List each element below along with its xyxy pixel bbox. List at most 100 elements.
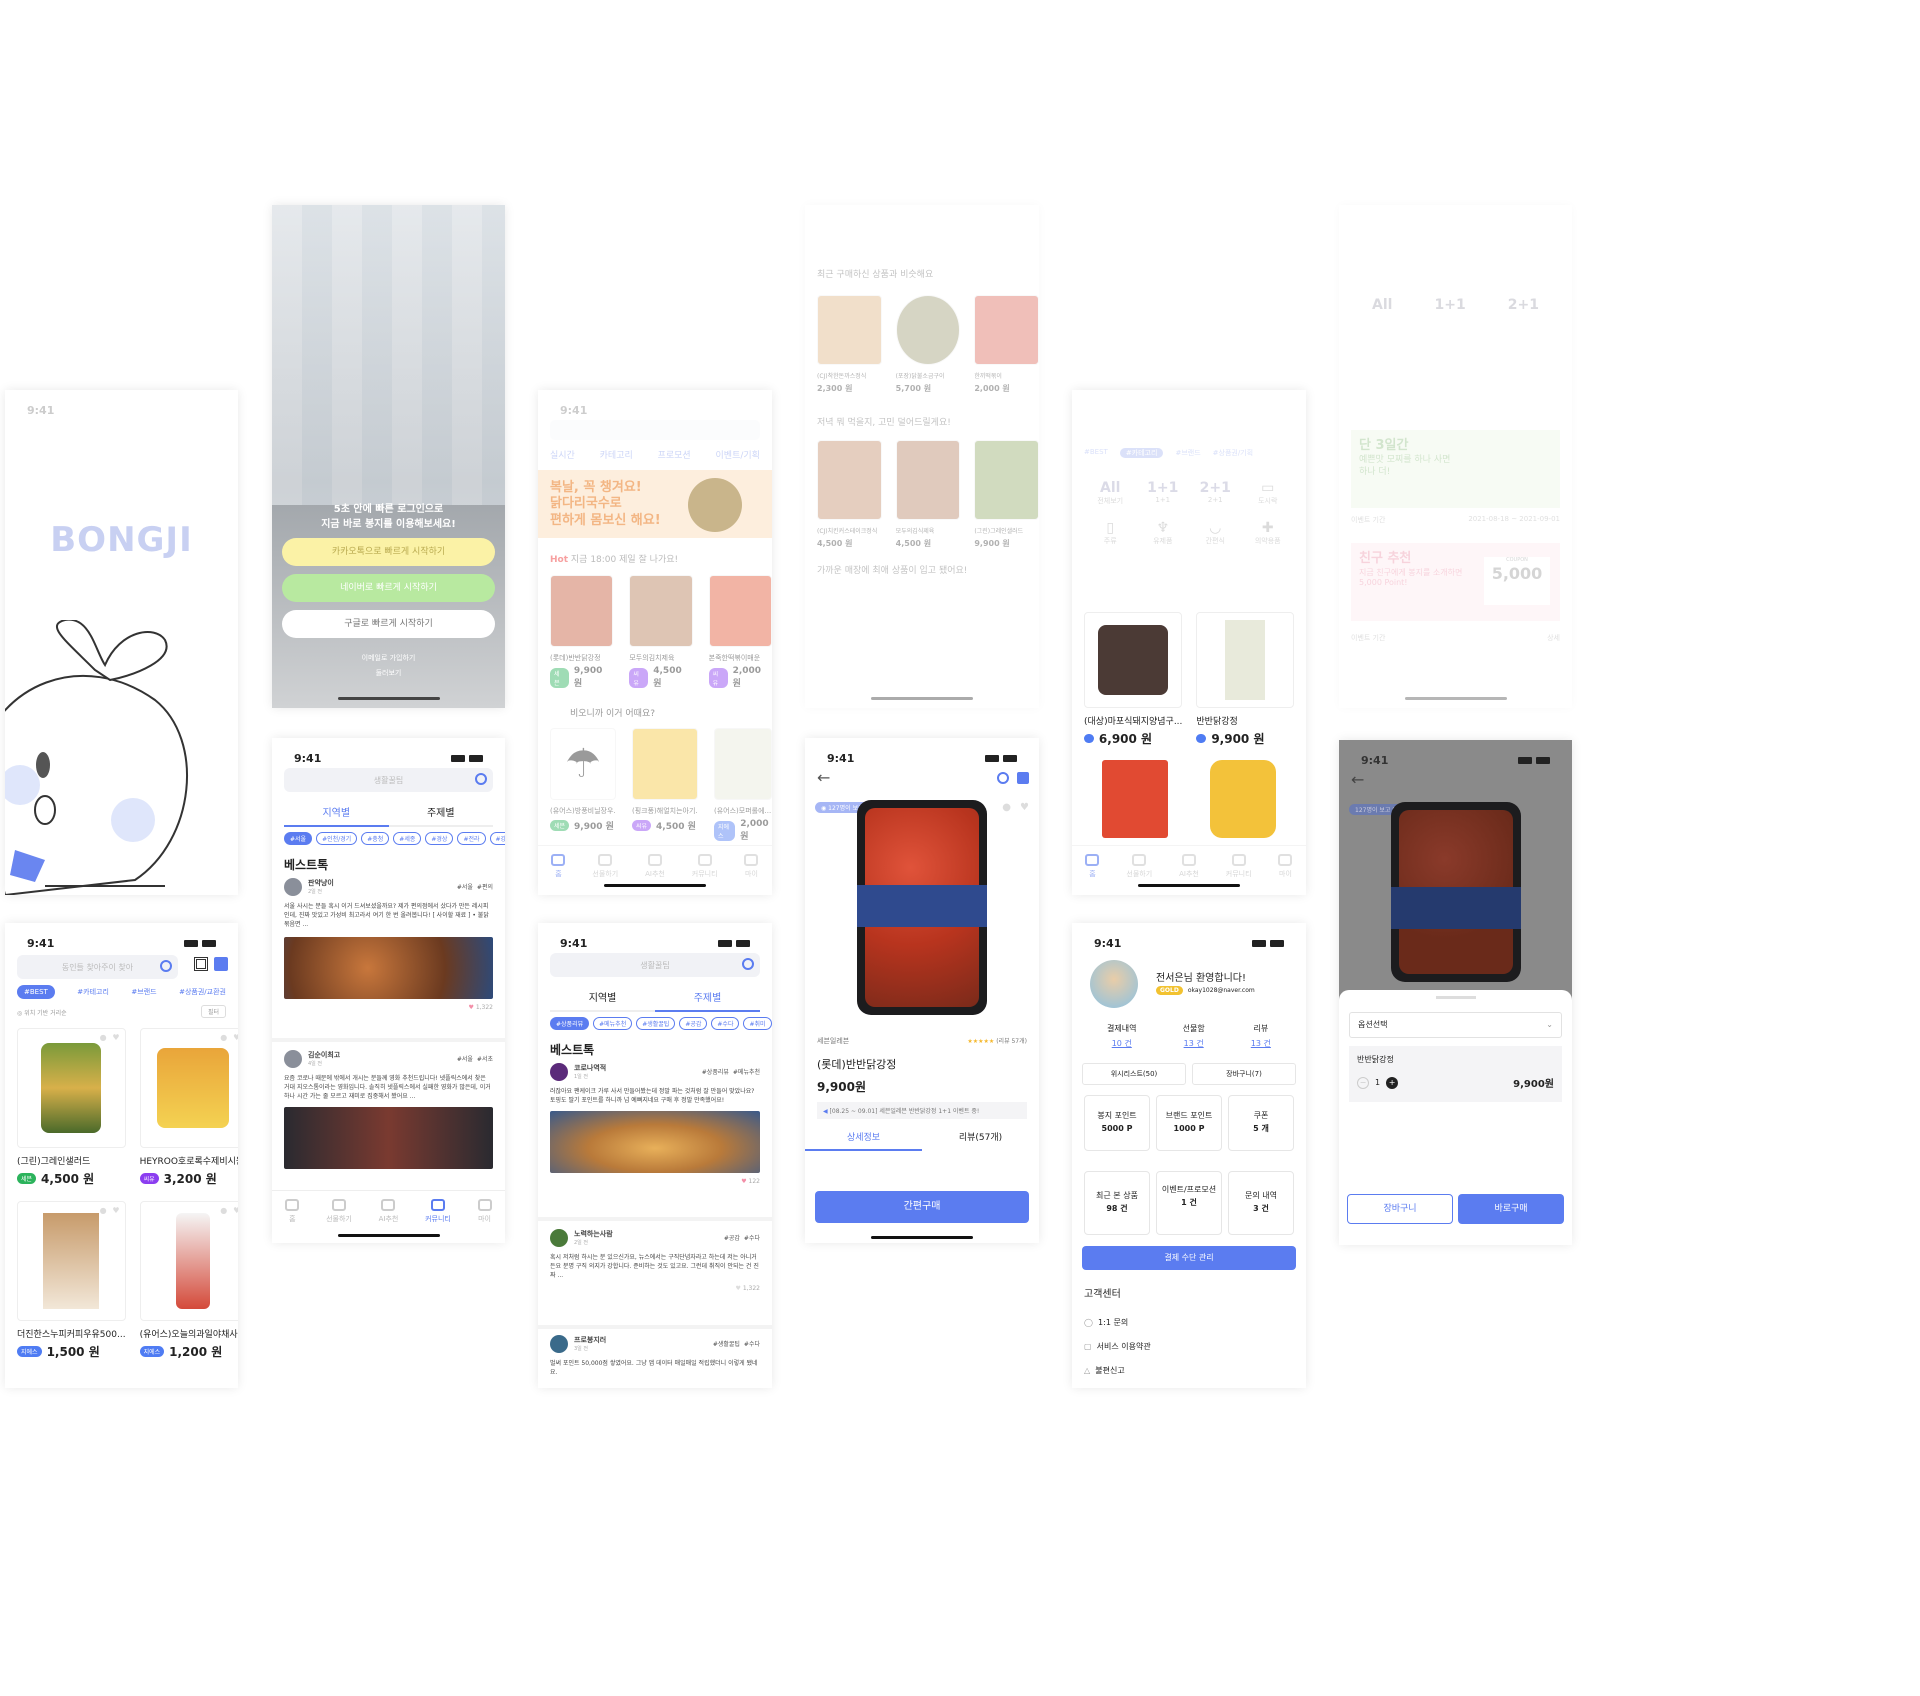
minus-button[interactable]: −	[1357, 1076, 1369, 1089]
nav-gift[interactable]: 선물하기	[326, 1199, 352, 1224]
heart-icon[interactable]: ♥	[741, 1178, 746, 1185]
bell-icon[interactable]: ●	[100, 1206, 107, 1215]
brand-point-cell[interactable]: 브랜드 포인트 1000 P	[1156, 1095, 1222, 1151]
product-card[interactable]: (대상)마포식돼지양념구... 6,900 원	[1084, 612, 1183, 747]
cs-report[interactable]: △ 불편신고	[1084, 1359, 1151, 1383]
recent-item[interactable]: (CJ)착한돈까스정식 2,300 원	[817, 295, 882, 394]
nav-my[interactable]: 마이	[477, 1199, 492, 1224]
dinner-item[interactable]: 모두의김식제육 4,500 원	[895, 440, 961, 549]
search-icon[interactable]	[997, 772, 1009, 784]
recent-cell[interactable]: 최근 본 상품 98 건	[1084, 1171, 1150, 1235]
nav-community[interactable]: 커뮤니티	[425, 1199, 451, 1224]
hot-item[interactable]: 본죽한떡볶이매운 씨유 2,000 원	[708, 575, 772, 689]
rain-item[interactable]: ☂ (유어스)방풍비닐장우... 세븐 9,900 원	[550, 728, 616, 842]
product-card[interactable]: ● ♥ HEYROO호로록수제비시원 씨유 3,200 원	[139, 1028, 238, 1187]
add-to-cart-button[interactable]: 장바구니	[1347, 1194, 1453, 1224]
stat-review[interactable]: 리뷰 13 건	[1251, 1023, 1271, 1049]
hot-item[interactable]: 모두의김치제육 씨유 4,500 원	[629, 575, 693, 689]
back-arrow-icon[interactable]: ←	[817, 768, 830, 787]
tab-region[interactable]: 지역별	[284, 804, 389, 827]
stat-payment[interactable]: 결제내역 10 건	[1107, 1023, 1136, 1049]
search-input[interactable]: 동인들 찾아주이 찾아	[17, 955, 178, 979]
event-cell[interactable]: 이벤트/프로모션 1 건	[1156, 1171, 1222, 1235]
coupon-cell[interactable]: 쿠폰 5 개	[1228, 1095, 1294, 1151]
heart-icon[interactable]: ♥	[469, 1004, 474, 1011]
cs-terms[interactable]: ▢ 서비스 이용약관	[1084, 1335, 1151, 1359]
nav-home[interactable]: 홈	[551, 854, 566, 879]
post-card[interactable]: 코로나역적 1일 전 #상품리뷰 #메뉴추천 러잖아요 팬케이크 가루 사서 만들어봤…	[550, 1063, 760, 1186]
inquiry-cell[interactable]: 문의 내역 3 건	[1228, 1171, 1294, 1235]
tab-category[interactable]: #카테고리	[77, 987, 109, 997]
cart-icon[interactable]	[214, 957, 228, 971]
nav-home[interactable]: 홈	[285, 1199, 300, 1224]
kakao-login-button[interactable]: 카카오톡으로 빠르게 시작하기	[282, 538, 495, 566]
tab-region[interactable]: 지역별	[550, 989, 655, 1012]
bell-icon[interactable]: ●	[220, 1206, 227, 1215]
tab-topic[interactable]: 주제별	[655, 989, 760, 1012]
google-login-button[interactable]: 구글로 빠르게 시작하기	[282, 610, 495, 638]
location-sort[interactable]: ◎ 위치 기반 거리순	[17, 1008, 67, 1017]
tab-realtime[interactable]: 실시간	[550, 448, 575, 461]
bell-icon[interactable]: ●	[100, 1033, 107, 1042]
nav-my[interactable]: 마이	[744, 854, 759, 879]
rain-item[interactable]: (유어스)모퍼롤에... 지에스 2,000 원	[714, 728, 772, 842]
heart-icon[interactable]: ♥	[233, 1206, 238, 1215]
hot-item[interactable]: (롯데)반반닭강정 세븐 9,900 원	[550, 575, 614, 689]
heart-icon[interactable]: ♥	[736, 1285, 741, 1292]
tab-review[interactable]: 리뷰(57개)	[922, 1130, 1039, 1151]
product-card[interactable]: ● ♥ (그린)그레인샐러드 세븐 4,500 원	[17, 1028, 126, 1187]
buy-now-button[interactable]: 바로구매	[1458, 1194, 1564, 1224]
friend-banner[interactable]: 친구 추천 지금 친구에게 봉지를 소개하면 5,000 Point! COUPON…	[1351, 543, 1560, 621]
bell-icon[interactable]: ●	[1002, 802, 1011, 813]
cs-inquiry[interactable]: ◯ 1:1 문의	[1084, 1311, 1151, 1335]
nav-ai[interactable]: AI추천	[379, 1199, 398, 1224]
post-card[interactable]: 김순이최고 4일 전 #서울 #서초 요즘 코로나 때문에 밖에서 개시는 분들께 영…	[284, 1050, 493, 1169]
option-select[interactable]: 옵션선택 ⌄	[1349, 1012, 1562, 1038]
plus-button[interactable]: +	[1386, 1076, 1399, 1089]
heart-icon[interactable]: ♥	[1020, 802, 1029, 813]
browse-link[interactable]: 둘러보기	[272, 668, 505, 678]
wishlist-button[interactable]: 위시리스트(50)	[1082, 1063, 1186, 1085]
product-card[interactable]: ● ♥ 더진한스누피커피우유500... 지에스 1,500 원	[17, 1201, 126, 1360]
email-signup-link[interactable]: 이메일로 가입하기	[272, 653, 505, 663]
post-card[interactable]: 판약냥이 2일 전 #서울 #편의 서울 사시는 분들 혹시 이거 드셔보셨을까요? …	[284, 878, 493, 1012]
nav-gift[interactable]: 선물하기	[592, 854, 618, 879]
tab-promotion[interactable]: 프로모션	[658, 448, 691, 461]
dinner-item[interactable]: (그린)그레인샐러드 9,900 원	[974, 440, 1039, 549]
search-input[interactable]: 생활꿀팁	[284, 768, 493, 792]
search-input[interactable]: 생활꿀팁	[550, 953, 760, 977]
dinner-item[interactable]: (CJ)치킨커스테이크정식 4,500 원	[817, 440, 882, 549]
post-card[interactable]: 노력하는사람 2일 전 #공감 #수다 혹시 저처럼 하시는 분 있으신가요, 뉴스에…	[550, 1229, 760, 1293]
tab-topic[interactable]: 주제별	[388, 804, 493, 827]
payment-method-button[interactable]: 결제 수단 관리	[1082, 1246, 1296, 1270]
product-card[interactable]: ● ♥ (유어스)오늘의과일야채사... 지에스 1,200 원	[139, 1201, 238, 1360]
naver-login-button[interactable]: 네이버로 빠르게 시작하기	[282, 574, 495, 602]
point-cell[interactable]: 봉지 포인트 5000 P	[1084, 1095, 1150, 1151]
tab-event[interactable]: 이벤트/기획	[716, 448, 760, 461]
tab-category[interactable]: 카테고리	[600, 448, 633, 461]
stat-gift[interactable]: 선물함 13 건	[1183, 1023, 1205, 1049]
quick-buy-button[interactable]: 간편구매	[815, 1191, 1029, 1223]
tab-brand[interactable]: #브랜드	[131, 987, 156, 997]
tab-best[interactable]: #BEST	[17, 985, 55, 999]
back-arrow-icon[interactable]: ←	[1351, 770, 1364, 789]
filter-button[interactable]: 필터	[200, 1005, 226, 1018]
cart-button[interactable]: 장바구니(7)	[1192, 1063, 1296, 1085]
event-banner[interactable]: 단 3일간 예쁜맛 모찌를 하나 사면 하나 더!	[1351, 430, 1560, 508]
product-card[interactable]: 반반닭강정 9,900 원	[1196, 612, 1294, 747]
bell-icon[interactable]: ●	[220, 1033, 227, 1042]
heart-icon[interactable]: ♥	[112, 1206, 119, 1215]
nav-ai[interactable]: AI추천	[645, 854, 665, 879]
cart-icon[interactable]	[1017, 772, 1029, 784]
post-card[interactable]: 프로봉지러 3일 전 #생활꿀팁 #수다 벌써 포인트 50,000점 쌓였어요. 그…	[550, 1335, 760, 1377]
heart-icon[interactable]: ♥	[112, 1033, 119, 1042]
recent-item[interactable]: 한끼떡볶이 2,000 원	[974, 295, 1039, 394]
heart-icon[interactable]: ♥	[233, 1033, 238, 1042]
tab-info[interactable]: 상세정보	[805, 1130, 922, 1151]
promo-banner[interactable]: 복날, 꼭 챙겨요! 닭다리국수로 편하게 몸보신 해요!	[538, 470, 772, 538]
rain-item[interactable]: (핑크퐁)해얼치는아기... 씨유 4,500 원	[632, 728, 698, 842]
recent-item[interactable]: (포장)닭불소금구이 5,700 원	[895, 295, 961, 394]
nav-community[interactable]: 커뮤니티	[692, 854, 718, 879]
qr-icon[interactable]	[194, 957, 208, 971]
tab-voucher[interactable]: #상품권/교환권	[179, 987, 226, 997]
